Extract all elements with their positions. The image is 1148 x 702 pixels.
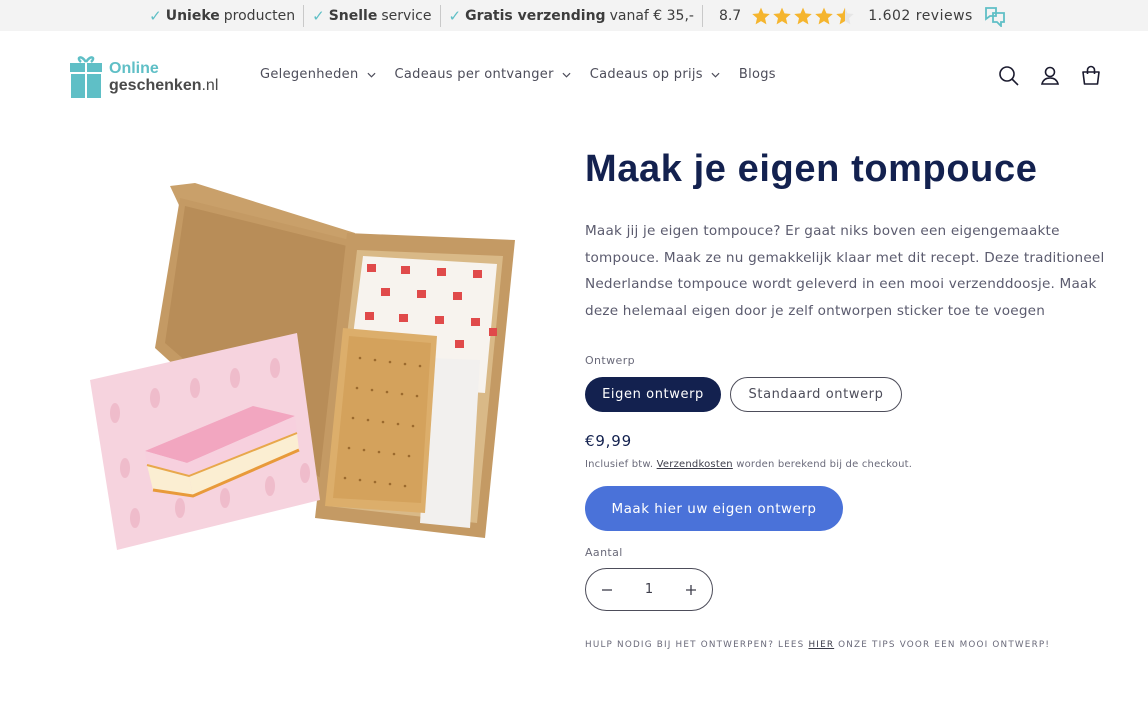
decrease-quantity-button[interactable] xyxy=(600,583,614,597)
review-rating[interactable]: 8.7 1.602 reviews xyxy=(703,5,1007,27)
star-icon xyxy=(773,7,791,24)
usp-text: vanaf € 35,- xyxy=(609,7,694,24)
help-text: HULP NODIG BIJ HET ONTWERPEN? LEES xyxy=(585,640,805,651)
design-help-note: HULP NODIG BIJ HET ONTWERPEN? LEES HIER … xyxy=(585,640,1115,650)
check-icon: ✓ xyxy=(149,6,162,25)
usp-bold: Snelle xyxy=(328,7,378,24)
chevron-down-icon xyxy=(711,72,720,78)
product-price: €9,99 xyxy=(585,432,632,451)
chevron-down-icon xyxy=(562,72,571,78)
product-image[interactable] xyxy=(85,178,525,558)
main-nav: Gelegenheden Cadeaus per ontvanger Cadea… xyxy=(260,67,795,82)
product-title: Maak je eigen tompouce xyxy=(585,148,1038,190)
tax-note-text: Inclusief btw. xyxy=(585,459,654,471)
logo-line2-suffix: .nl xyxy=(201,77,219,94)
gift-logo-icon xyxy=(70,56,102,98)
announcement-bar: ✓ Unieke producten ✓ Snelle service ✓ Gr… xyxy=(0,0,1148,31)
nav-item-gifts-by-price[interactable]: Cadeaus op prijs xyxy=(590,67,720,82)
tax-note: Inclusief btw. Verzendkosten worden bere… xyxy=(585,459,1115,470)
option-label: Ontwerp xyxy=(585,354,636,368)
cart-icon[interactable] xyxy=(1078,63,1104,89)
logo-line2: geschenken.nl xyxy=(109,77,218,94)
usp-text: producten xyxy=(223,7,296,24)
quantity-label: Aantal xyxy=(585,546,623,560)
check-icon: ✓ xyxy=(448,6,462,25)
usp-bold: Gratis verzending xyxy=(465,7,606,24)
star-icon xyxy=(794,7,812,24)
tax-note-text-after: worden berekend bij de checkout. xyxy=(736,459,913,471)
nav-label: Cadeaus op prijs xyxy=(589,67,703,82)
nav-item-occasions[interactable]: Gelegenheden xyxy=(260,67,376,82)
nav-label: Blogs xyxy=(738,67,776,82)
site-header: Online geschenken.nl Gelegenheden Cadeau… xyxy=(0,31,1148,119)
review-count: 1.602 reviews xyxy=(868,7,973,24)
product-info: Maak je eigen tompouce Maak jij je eigen… xyxy=(585,140,1115,650)
create-design-button[interactable]: Maak hier uw eigen ontwerp xyxy=(585,486,843,532)
shipping-costs-link[interactable]: Verzendkosten xyxy=(657,459,733,470)
review-chat-icon xyxy=(984,6,1005,27)
plus-icon xyxy=(686,584,696,595)
nav-label: Gelegenheden xyxy=(260,67,359,82)
quantity-input[interactable]: 1 xyxy=(629,582,669,597)
nav-item-blogs[interactable]: Blogs xyxy=(739,67,776,82)
search-icon[interactable] xyxy=(996,63,1022,89)
star-icon xyxy=(815,7,833,24)
check-icon: ✓ xyxy=(312,6,325,25)
product-description: Maak jij je eigen tompouce? Er gaat niks… xyxy=(585,223,1105,319)
account-icon[interactable] xyxy=(1037,63,1063,89)
site-logo[interactable]: Online geschenken.nl xyxy=(69,53,229,101)
logo-line2-main: geschenken xyxy=(109,77,202,94)
option-own-design[interactable]: Eigen ontwerp xyxy=(585,377,721,413)
design-options: Eigen ontwerp Standaard ontwerp xyxy=(585,377,1115,413)
rating-score: 8.7 xyxy=(718,7,742,24)
help-link[interactable]: HIER xyxy=(808,640,834,650)
quantity-stepper: 1 xyxy=(585,568,713,612)
usp-text: service xyxy=(381,7,432,24)
chevron-down-icon xyxy=(366,72,376,78)
header-icons xyxy=(996,63,1104,89)
usp-bold: Unieke xyxy=(165,7,220,24)
usp-fast-service: ✓ Snelle service xyxy=(304,0,439,31)
usp-free-shipping: ✓ Gratis verzending vanaf € 35,- xyxy=(441,0,702,31)
half-star-icon xyxy=(836,7,854,24)
logo-text: Online geschenken.nl xyxy=(109,60,218,94)
minus-icon xyxy=(602,589,612,591)
nav-label: Cadeaus per ontvanger xyxy=(394,67,554,82)
option-standard-design[interactable]: Standaard ontwerp xyxy=(730,377,902,413)
nav-item-gifts-by-recipient[interactable]: Cadeaus per ontvanger xyxy=(395,67,571,82)
star-icon xyxy=(752,7,770,24)
rating-stars xyxy=(751,6,856,26)
help-text-after: ONZE TIPS VOOR EEN MOOI ONTWERP! xyxy=(838,640,1051,651)
increase-quantity-button[interactable] xyxy=(684,583,698,597)
logo-line1: Online xyxy=(109,60,159,77)
usp-unique-products: ✓ Unieke producten xyxy=(141,0,303,31)
